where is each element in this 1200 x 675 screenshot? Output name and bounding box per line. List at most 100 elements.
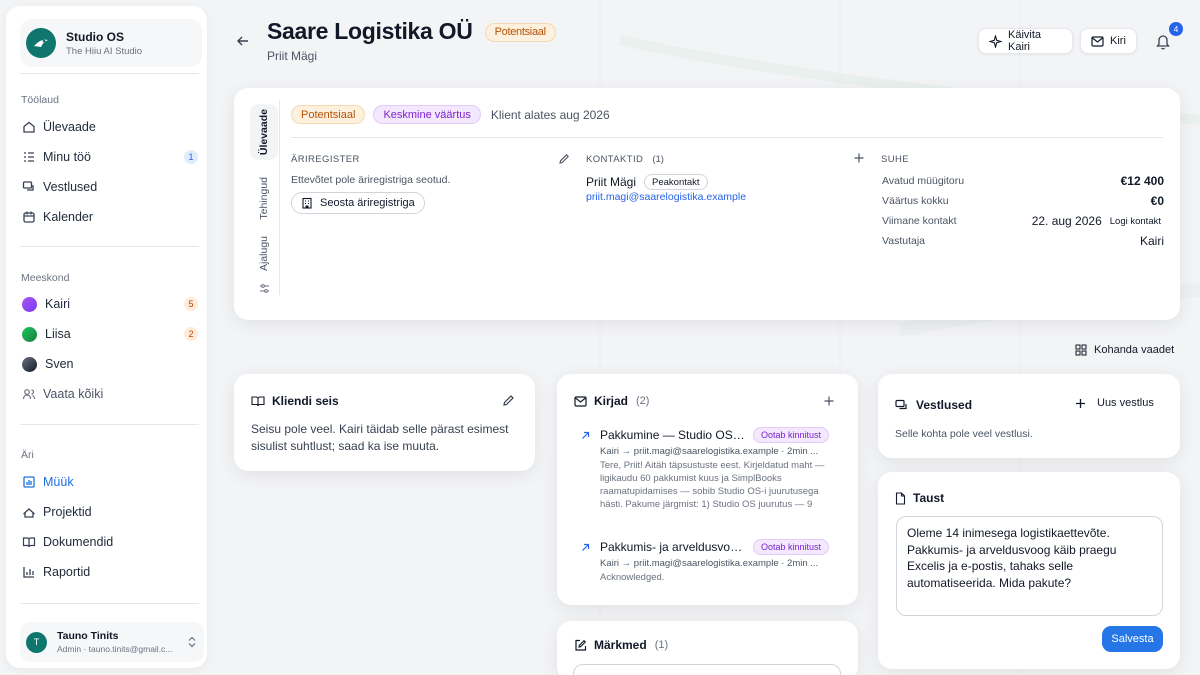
registry-heading: ÄRIREGISTER	[291, 154, 360, 165]
nav-item-minu-too[interactable]: Minu töö 1	[18, 144, 200, 170]
count-badge: 2	[184, 327, 198, 341]
nav-item-label: Raportid	[43, 565, 91, 579]
relation-key: Väärtus kokku	[882, 195, 949, 207]
letters-card: Kirjad (2) Pakkumine — Studio OS j... Oo…	[557, 374, 858, 605]
settings-sliders-icon[interactable]	[250, 280, 278, 296]
nav-item-muuk[interactable]: Müük	[18, 469, 200, 495]
client-state-card: Kliendi seis Seisu pole veel. Kairi täid…	[234, 374, 535, 471]
add-contact-icon[interactable]	[853, 151, 865, 169]
relation-value: 22. aug 2026	[1031, 214, 1102, 228]
letter-item[interactable]: Pakkumine — Studio OS j... Ootab kinnitu…	[581, 427, 831, 511]
background-textarea[interactable]: Oleme 14 inimesega logistikaettevõte. Pa…	[896, 516, 1163, 616]
chevron-up-down-icon	[187, 636, 197, 648]
letter-item[interactable]: Pakkumis- ja arveldusvoo... Ootab kinnit…	[581, 539, 831, 584]
nav-item-projektid[interactable]: Projektid	[18, 499, 200, 525]
letters-count: (2)	[636, 395, 650, 407]
nav-item-dokumendid[interactable]: Dokumendid	[18, 529, 200, 555]
edit-pencil-icon[interactable]	[558, 152, 570, 170]
count-badge: 1	[184, 150, 198, 164]
customize-view-button[interactable]: Kohanda vaadet	[1075, 344, 1174, 356]
book-open-icon	[251, 395, 265, 407]
new-mail-button[interactable]: Kiri	[1080, 28, 1137, 54]
relation-heading: SUHE	[881, 154, 909, 165]
avatar: T	[26, 631, 47, 653]
letter-meta: Kairi → priit.magi@saarelogistika.exampl…	[600, 446, 819, 457]
nav-item-liisa[interactable]: Liisa 2	[18, 321, 200, 347]
contact-row[interactable]: Priit Mägi Peakontakt	[586, 174, 708, 190]
nav-item-label: Kalender	[43, 210, 94, 224]
letter-subject: Pakkumis- ja arveldusvoo...	[600, 540, 745, 554]
tag-row: Potentsiaal Keskmine väärtus Klient alat…	[291, 105, 610, 124]
customize-view-label: Kohanda vaadet	[1094, 344, 1175, 356]
nav-item-label: Sven	[45, 357, 74, 371]
relation-row-last-contact: Viimane kontakt 22. aug 2026 Logi kontak…	[882, 213, 1164, 229]
avatar	[22, 326, 37, 342]
nav-item-ulevaade[interactable]: Ülevaade	[18, 114, 200, 140]
user-menu[interactable]: T Tauno Tinits Admin · tauno.tinits@gmai…	[20, 622, 204, 662]
nav-item-sven[interactable]: Sven	[18, 351, 200, 377]
tab-tehingud[interactable]: Tehingud	[250, 170, 278, 226]
edit-pencil-icon[interactable]	[502, 394, 515, 412]
nav-item-label: Kairi	[45, 297, 71, 311]
nav-item-kalender[interactable]: Kalender	[18, 204, 200, 230]
tab-label: Ülevaade	[258, 108, 270, 156]
nav-item-label: Minu töö	[43, 150, 91, 164]
save-button[interactable]: Salvesta	[1102, 626, 1163, 652]
log-contact-button[interactable]: Logi kontakt	[1106, 213, 1164, 229]
contacts-heading-label: KONTAKTID	[586, 154, 644, 165]
letter-preview: Acknowledged.	[600, 572, 665, 583]
contact-email-link[interactable]: priit.magi@saarelogistika.example	[586, 191, 746, 203]
client-state-text: Seisu pole veel. Kairi täidab selle pära…	[251, 422, 509, 453]
nav-item-vaata-koiki[interactable]: Vaata kõiki	[18, 381, 200, 407]
letters-title-text: Kirjad	[594, 394, 629, 408]
user-subtitle: Admin · tauno.tinits@gmail.c...	[57, 644, 173, 654]
calendar-icon	[22, 210, 36, 224]
relation-value: Kairi	[1139, 234, 1164, 248]
outgoing-arrow-icon	[581, 431, 590, 440]
letter-preview: Tere, Priit! Aitäh täpsustuste eest. Kir…	[600, 460, 825, 510]
new-conversation-button[interactable]: Uus vestlus	[1075, 397, 1154, 409]
overview-card: Ülevaade Tehingud Ajalugu Potentsiaal Ke…	[234, 88, 1180, 320]
relation-key: Viimane kontakt	[882, 215, 957, 227]
sparkle-icon	[989, 34, 1002, 48]
status-tag: Potentsiaal	[291, 105, 366, 124]
nav-item-raportid[interactable]: Raportid	[18, 559, 200, 585]
avatar	[22, 296, 37, 312]
company-name: Saare Logistika OÜ	[267, 18, 473, 44]
link-registry-button[interactable]: Seosta äriregistriga	[291, 192, 425, 214]
contact-name: Priit Mägi	[586, 175, 637, 189]
launch-kairi-button[interactable]: Käivita Kairi	[978, 28, 1073, 54]
add-letter-icon[interactable]	[823, 394, 835, 412]
nav-item-vestlused[interactable]: Vestlused	[18, 174, 200, 200]
new-mail-label: Kiri	[1110, 35, 1126, 47]
contacts-heading: KONTAKTID (1)	[586, 154, 664, 165]
nav-item-label: Vaata kõiki	[43, 387, 104, 401]
tab-label: Ajalugu	[258, 236, 270, 272]
report-icon	[22, 565, 36, 579]
link-registry-label: Seosta äriregistriga	[320, 197, 415, 209]
note-input[interactable]	[573, 664, 841, 675]
contacts-count: (1)	[652, 154, 664, 165]
back-arrow-icon[interactable]	[236, 34, 250, 48]
brand-switcher[interactable]: Studio OS The Hiiu AI Studio	[20, 19, 202, 67]
relation-value: €0	[1150, 194, 1164, 208]
projects-icon	[22, 505, 36, 519]
chart-icon	[22, 475, 36, 489]
client-since: Klient alates aug 2026	[490, 107, 610, 122]
nav-item-label: Projektid	[43, 505, 92, 519]
document-icon	[895, 491, 906, 505]
page-title: Saare Logistika OÜ Potentsiaal	[267, 18, 556, 45]
tab-ajalugu[interactable]: Ajalugu	[250, 232, 278, 276]
mail-icon	[574, 395, 587, 407]
relation-key: Vastutaja	[882, 235, 925, 247]
nav-item-kairi[interactable]: Kairi 5	[18, 291, 200, 317]
chat-icon	[895, 399, 909, 412]
tab-ulevaade[interactable]: Ülevaade	[250, 104, 278, 160]
background-card: Taust Oleme 14 inimesega logistikaettevõ…	[878, 472, 1180, 669]
letters-title: Kirjad (2)	[574, 394, 649, 408]
letter-subject: Pakkumine — Studio OS j...	[600, 428, 745, 442]
vertical-tab-bar: Ülevaade Tehingud Ajalugu	[250, 100, 280, 295]
relation-key: Avatud müügitoru	[882, 175, 965, 187]
outgoing-arrow-icon	[581, 543, 590, 552]
contact-subtitle: Priit Mägi	[267, 49, 318, 63]
